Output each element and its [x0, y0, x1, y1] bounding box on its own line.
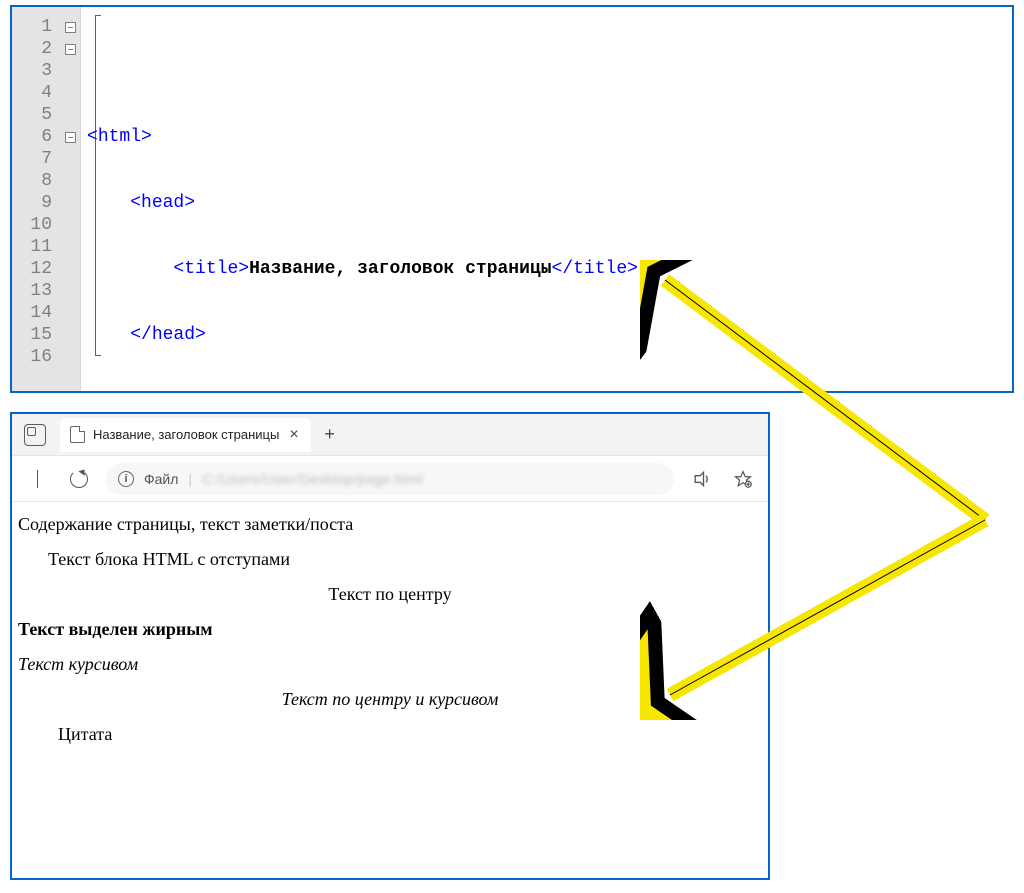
close-tab-button[interactable]: ×	[287, 426, 300, 444]
line-number: 3	[12, 60, 60, 82]
line-number: 15	[12, 324, 60, 346]
line-number: 11	[12, 236, 60, 258]
line-number: 7	[12, 148, 60, 170]
rendered-paragraph-bold: Текст выделен жирным	[18, 619, 762, 640]
rendered-paragraph-center: Текст по центру	[18, 584, 762, 605]
line-number: 10	[12, 214, 60, 236]
line-number: 5	[12, 104, 60, 126]
back-button[interactable]	[22, 464, 52, 494]
fold-minus-icon	[65, 132, 76, 143]
line-number: 13	[12, 280, 60, 302]
tab-title: Название, заголовок страницы	[93, 427, 279, 442]
code-editor[interactable]: 1 2 3 4 5 6 7 8 9 10 11 12 13 14 15 16 <…	[12, 7, 1012, 391]
info-icon[interactable]: i	[118, 471, 134, 487]
line-number: 1	[12, 16, 60, 38]
browser-toolbar: i Файл | C:/Users/User/Desktop/page.html	[12, 456, 768, 502]
arrow-left-icon	[37, 470, 38, 488]
rendered-blockquote: Цитата	[58, 724, 762, 745]
address-path: C:/Users/User/Desktop/page.html	[202, 471, 423, 487]
fold-toggle[interactable]	[60, 44, 80, 55]
line-number: 6	[12, 126, 60, 148]
line-number: 14	[12, 302, 60, 324]
code-line: </head>	[87, 324, 1012, 346]
line-number: 16	[12, 346, 60, 368]
rendered-paragraph-center-italic: Текст по центру и курсивом	[18, 689, 762, 710]
star-icon	[734, 470, 752, 488]
rendered-paragraph-italic: Текст курсивом	[18, 654, 762, 675]
tab-strip: Название, заголовок страницы × +	[12, 414, 768, 456]
code-line: <html>	[87, 126, 1012, 148]
line-number: 4	[12, 82, 60, 104]
browser-tab[interactable]: Название, заголовок страницы ×	[60, 418, 311, 452]
browser-panel: Название, заголовок страницы × + i Файл …	[10, 412, 770, 880]
read-aloud-icon	[691, 469, 711, 489]
line-number-gutter: 1 2 3 4 5 6 7 8 9 10 11 12 13 14 15 16	[12, 7, 81, 391]
address-scheme-label: Файл	[144, 471, 178, 487]
rendered-paragraph-indent: Текст блока HTML с отступами	[48, 549, 762, 570]
code-line	[87, 390, 1012, 391]
fold-minus-icon	[65, 44, 76, 55]
code-text-area[interactable]: <html> <head> <title>Название, заголовок…	[81, 7, 1012, 391]
rendered-paragraph: Содержание страницы, текст заметки/поста	[18, 514, 762, 535]
code-line: <head>	[87, 192, 1012, 214]
page-icon	[70, 426, 85, 443]
fold-toggle[interactable]	[60, 132, 80, 143]
code-editor-panel: 1 2 3 4 5 6 7 8 9 10 11 12 13 14 15 16 <…	[10, 5, 1014, 393]
line-number: 8	[12, 170, 60, 192]
fold-toggle[interactable]	[60, 22, 80, 33]
fold-guide-line	[95, 15, 96, 355]
line-number: 2	[12, 38, 60, 60]
fold-guide-bottom	[95, 355, 101, 356]
favorites-button[interactable]	[728, 464, 758, 494]
line-number: 9	[12, 192, 60, 214]
refresh-icon	[70, 470, 88, 488]
read-aloud-button[interactable]	[686, 464, 716, 494]
fold-minus-icon	[65, 22, 76, 33]
address-bar[interactable]: i Файл | C:/Users/User/Desktop/page.html	[106, 463, 674, 495]
new-tab-button[interactable]: +	[315, 420, 345, 450]
code-line: <title>Название, заголовок страницы</tit…	[87, 258, 1012, 280]
refresh-button[interactable]	[64, 464, 94, 494]
tab-actions-icon[interactable]	[24, 424, 46, 446]
fold-guide-top	[95, 15, 101, 16]
line-number: 12	[12, 258, 60, 280]
browser-viewport[interactable]: Содержание страницы, текст заметки/поста…	[12, 502, 768, 765]
